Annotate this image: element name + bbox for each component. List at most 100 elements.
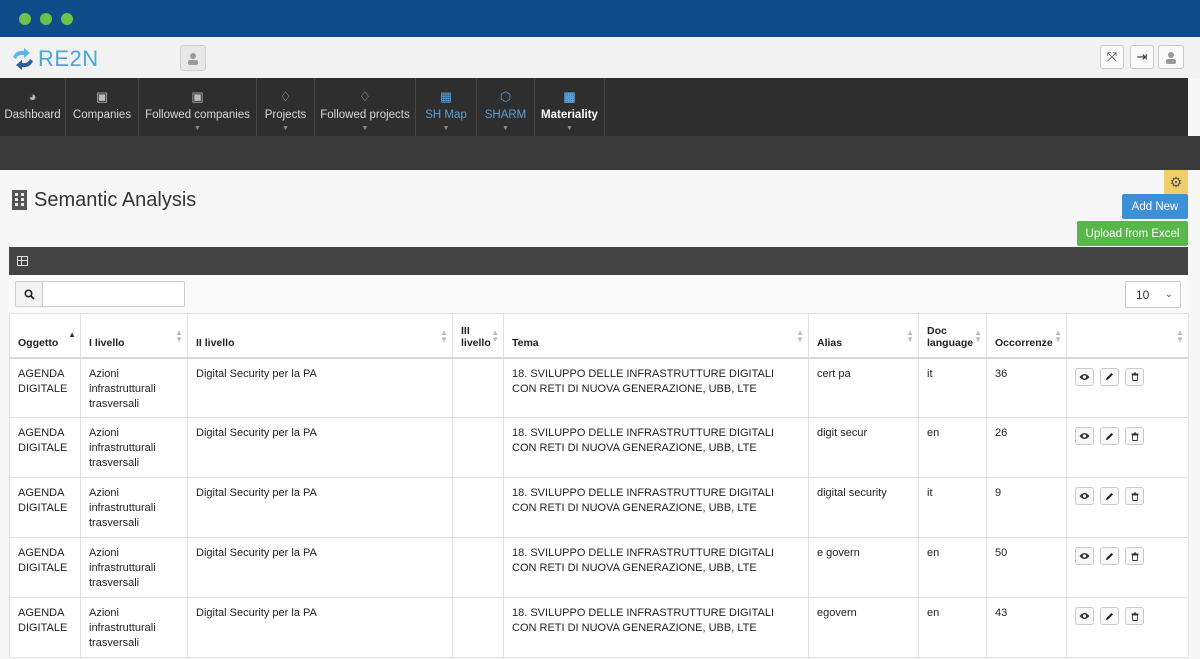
- col-header-livello1[interactable]: I livello ▲ ▼: [80, 313, 188, 359]
- cell-livello3: [452, 597, 504, 658]
- cell-oggetto: AGENDA DIGITALE: [9, 477, 81, 538]
- cell-tema: 18. SVILUPPO DELLE INFRASTRUTTURE DIGITA…: [503, 357, 809, 418]
- page-size-value: 10: [1136, 287, 1150, 302]
- col-header-tema[interactable]: Tema ▲ ▼: [503, 313, 809, 359]
- col-header-occorrenze[interactable]: Occorrenze ▲ ▼: [986, 313, 1067, 359]
- cell-livello2: Digital Security per la PA: [187, 537, 453, 598]
- page-title-text: Semantic Analysis: [34, 188, 197, 211]
- eye-icon: [1079, 373, 1090, 380]
- sort-icon: ▲ ▼: [491, 328, 499, 344]
- chevron-down-icon: ⌄: [1164, 289, 1173, 300]
- col-header-livello3[interactable]: III livello ▲ ▼: [452, 313, 504, 359]
- nav-materiality[interactable]: ▦ Materiality ▼: [535, 78, 605, 136]
- search-input[interactable]: [42, 281, 185, 307]
- nav-projects[interactable]: ♢ Projects ▼: [257, 78, 315, 136]
- briefcase-icon: ▣: [95, 89, 109, 104]
- search-button[interactable]: [15, 281, 43, 307]
- col-header-oggetto[interactable]: Oggetto ▲: [9, 313, 81, 359]
- delete-button[interactable]: [1125, 607, 1144, 625]
- col-header-alias[interactable]: Alias ▲ ▼: [808, 313, 919, 359]
- window-close-dot[interactable]: [19, 13, 31, 25]
- nav-label: Followed projects: [320, 109, 410, 121]
- view-button[interactable]: [1075, 367, 1094, 386]
- col-header-livello2[interactable]: II livello ▲ ▼: [187, 313, 453, 359]
- caret-down-icon: ▼: [502, 125, 509, 132]
- logout-button[interactable]: ⇥: [1130, 45, 1154, 69]
- nav-followed-projects[interactable]: ♢ Followed projects ▼: [315, 78, 416, 136]
- lightbulb-icon: ♢: [279, 89, 292, 104]
- table-icon: [17, 256, 28, 266]
- nav-label: Projects: [264, 109, 307, 121]
- window-maximize-dot[interactable]: [61, 13, 73, 25]
- nav-companies[interactable]: ▣ Companies: [66, 78, 139, 136]
- nav-sharm[interactable]: ⬡ SHARM ▼: [477, 78, 535, 136]
- logo-arrows-icon: [13, 48, 33, 70]
- row-actions: [1075, 426, 1180, 445]
- cell-doclang: en: [918, 537, 987, 598]
- dashboard-icon: ◕: [28, 89, 37, 104]
- cell-actions: [1066, 537, 1189, 598]
- delete-button[interactable]: [1125, 547, 1144, 565]
- edit-button[interactable]: [1100, 487, 1119, 505]
- nav-label: Materiality: [541, 109, 598, 121]
- view-button[interactable]: [1075, 427, 1094, 445]
- browser-window: RE2N ⤧ ⇥ ◕ Dashboard ▣ Companies ▣ Follo…: [0, 0, 1200, 659]
- view-button[interactable]: [1075, 547, 1094, 565]
- search-icon: [23, 288, 35, 300]
- upload-from-excel-button[interactable]: Upload from Excel: [1077, 221, 1188, 246]
- view-button[interactable]: [1075, 487, 1094, 505]
- nav-label: Companies: [72, 109, 132, 121]
- edit-button[interactable]: [1100, 427, 1119, 445]
- edit-button[interactable]: [1100, 547, 1119, 565]
- nav-dashboard[interactable]: ◕ Dashboard: [0, 78, 66, 136]
- table-row: AGENDA DIGITALE Azioni infrastrutturali t…: [9, 477, 1189, 538]
- trash-icon: [1131, 552, 1138, 561]
- sort-icon: ▲ ▼: [796, 328, 804, 344]
- table-row: AGENDA DIGITALE Azioni infrastrutturali t…: [9, 597, 1189, 658]
- delete-button[interactable]: [1125, 427, 1144, 445]
- cell-actions: [1066, 357, 1189, 418]
- cell-doclang: en: [918, 417, 987, 478]
- view-button[interactable]: [1075, 607, 1094, 625]
- logo-text: RE2N: [38, 46, 99, 71]
- nav-sh-map[interactable]: ▦ SH Map ▼: [416, 78, 477, 136]
- main-navbar: ◕ Dashboard ▣ Companies ▣ Followed compa…: [0, 78, 1188, 136]
- col-header-doc-language[interactable]: Doc language ▲ ▼: [918, 313, 987, 359]
- edit-button[interactable]: [1100, 607, 1119, 625]
- cell-actions: [1066, 417, 1189, 478]
- grid-icon: ▦: [439, 89, 453, 104]
- cell-actions: [1066, 477, 1189, 538]
- cell-oggetto: AGENDA DIGITALE: [9, 357, 81, 418]
- grid-icon: ▦: [563, 89, 576, 104]
- add-new-button[interactable]: Add New: [1122, 194, 1188, 219]
- eye-icon: [1079, 553, 1090, 559]
- fullscreen-button[interactable]: ⤧: [1100, 45, 1124, 69]
- briefcase-icon: ▣: [191, 89, 204, 104]
- sort-asc-icon: ▲: [68, 330, 76, 339]
- window-minimize-dot[interactable]: [40, 13, 52, 25]
- profile-button[interactable]: [1158, 45, 1184, 69]
- app-logo[interactable]: RE2N: [10, 46, 99, 71]
- delete-button[interactable]: [1125, 367, 1144, 386]
- cell-livello2: Digital Security per la PA: [187, 357, 453, 418]
- sort-icon: ▲ ▼: [440, 328, 448, 344]
- table-body: AGENDA DIGITALE Azioni infrastrutturali t…: [9, 357, 1189, 658]
- sign-out-icon: ⇥: [1136, 49, 1148, 64]
- sort-icon: ▲ ▼: [175, 328, 183, 344]
- cell-occorrenze: 50: [986, 537, 1067, 598]
- caret-down-icon: ▼: [566, 125, 573, 132]
- lightbulb-icon: ♢: [359, 89, 371, 104]
- page-size-select[interactable]: 10 ⌄: [1125, 281, 1181, 308]
- table-header-row: Oggetto ▲ I livello ▲ ▼ II livello ▲ ▼ III li…: [9, 313, 1189, 359]
- user-avatar[interactable]: [180, 45, 206, 71]
- delete-button[interactable]: [1125, 487, 1144, 505]
- caret-down-icon: ▼: [361, 125, 369, 132]
- nav-label: Followed companies: [145, 109, 250, 121]
- settings-button[interactable]: ⚙: [1164, 170, 1188, 194]
- cell-doclang: en: [918, 597, 987, 658]
- pencil-icon: [1106, 373, 1113, 380]
- col-header-actions[interactable]: ▲ ▼: [1066, 313, 1189, 359]
- nav-followed-companies[interactable]: ▣ Followed companies ▼: [139, 78, 257, 136]
- edit-button[interactable]: [1100, 367, 1119, 386]
- pencil-icon: [1106, 492, 1113, 500]
